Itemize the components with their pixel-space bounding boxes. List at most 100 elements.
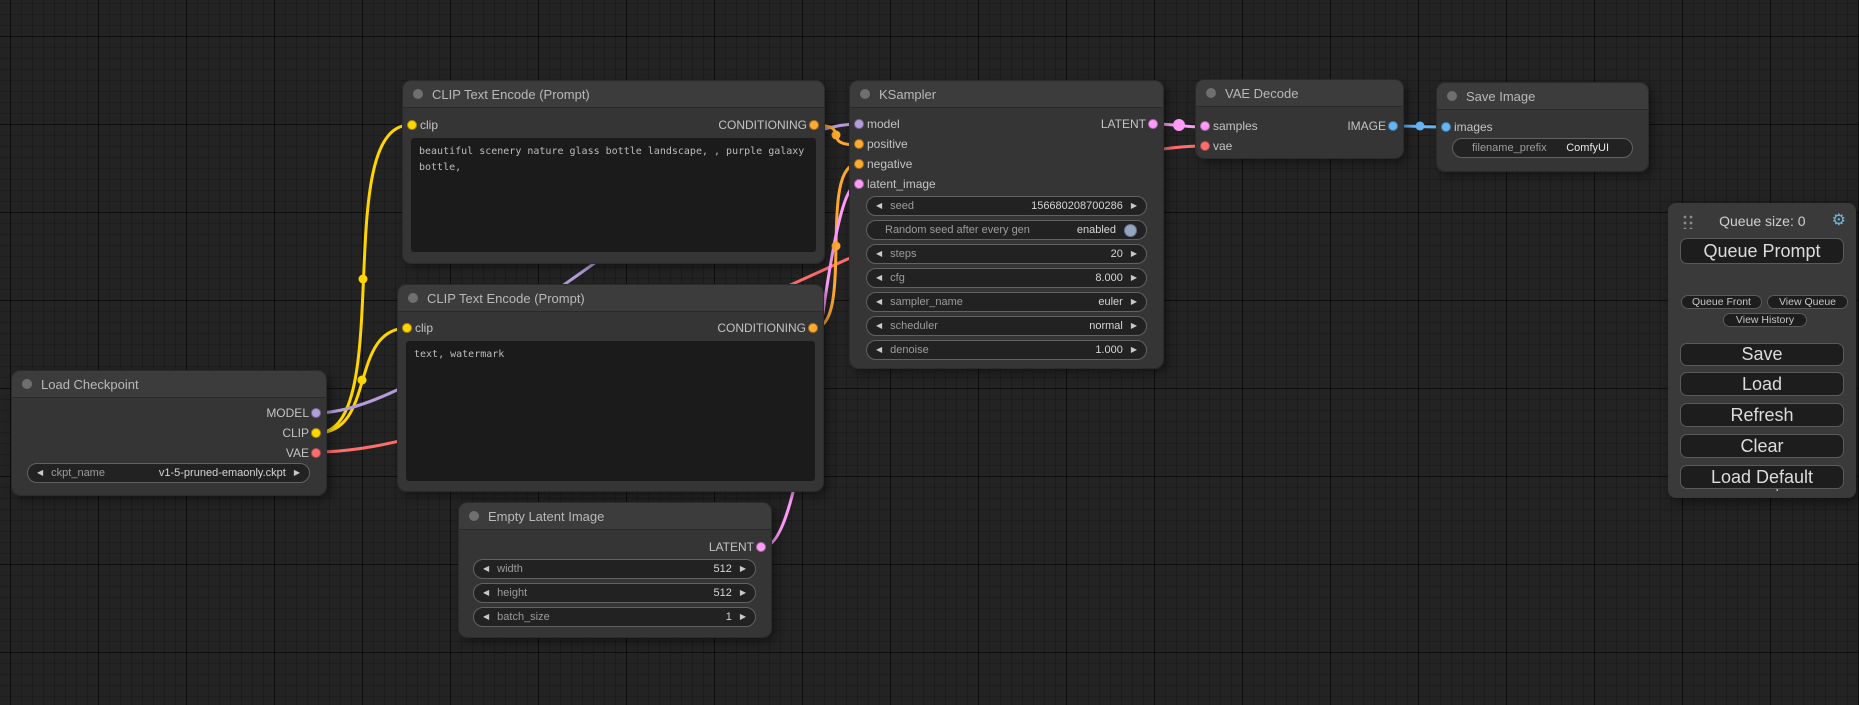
latent-port-dot[interactable] (756, 542, 766, 552)
filename-prefix-widget[interactable]: filename_prefix ComfyUI (1452, 138, 1633, 158)
load-default-button[interactable]: Load Default (1680, 465, 1844, 489)
node-vae-decode[interactable]: VAE Decode samples vae IMAGE (1196, 80, 1403, 158)
negative-input-port[interactable]: negative (850, 157, 912, 171)
next-arrow-icon[interactable]: ▶ (740, 589, 746, 597)
steps-widget[interactable]: ◀ steps 20 ▶ (866, 244, 1147, 264)
prev-arrow-icon[interactable]: ◀ (876, 274, 882, 282)
node-titlebar[interactable]: VAE Decode (1196, 80, 1403, 107)
next-arrow-icon[interactable]: ▶ (1131, 274, 1137, 282)
prev-arrow-icon[interactable]: ◀ (876, 346, 882, 354)
node-ksampler[interactable]: KSampler model positive negative latent_… (850, 81, 1163, 368)
prev-arrow-icon[interactable]: ◀ (483, 613, 489, 621)
collapse-dot-icon[interactable] (469, 511, 479, 521)
latent-image-input-port[interactable]: latent_image (850, 177, 936, 191)
positive-input-port[interactable]: positive (850, 137, 908, 151)
prev-arrow-icon[interactable]: ◀ (37, 469, 43, 477)
clip-input-port[interactable]: clip (403, 118, 438, 132)
collapse-dot-icon[interactable] (1206, 88, 1216, 98)
next-arrow-icon[interactable]: ▶ (1131, 322, 1137, 330)
batch-size-widget[interactable]: ◀ batch_size 1 ▶ (473, 607, 756, 627)
load-button[interactable]: Load (1680, 372, 1844, 396)
queue-front-button[interactable]: Queue Front (1681, 295, 1762, 309)
node-titlebar[interactable]: Load Checkpoint (12, 371, 326, 398)
prev-arrow-icon[interactable]: ◀ (876, 250, 882, 258)
latent-output-port[interactable]: LATENT (709, 540, 771, 554)
next-arrow-icon[interactable]: ▶ (1131, 202, 1137, 210)
model-input-port[interactable]: model (850, 117, 900, 131)
clip-output-port[interactable]: CLIP (282, 426, 326, 440)
image-port-dot[interactable] (1441, 122, 1451, 132)
latent-port-dot[interactable] (1148, 119, 1158, 129)
negative-prompt-textarea[interactable]: text, watermark (406, 341, 815, 481)
model-port-dot[interactable] (311, 408, 321, 418)
cfg-widget[interactable]: ◀ cfg 8.000 ▶ (866, 268, 1147, 288)
ckpt-name-widget[interactable]: ◀ ckpt_name v1-5-pruned-emaonly.ckpt ▶ (27, 463, 310, 483)
seed-widget[interactable]: ◀ seed 156680208700286 ▶ (866, 196, 1147, 216)
image-output-port[interactable]: IMAGE (1347, 119, 1403, 133)
clip-input-port[interactable]: clip (398, 321, 433, 335)
positive-prompt-textarea[interactable]: beautiful scenery nature glass bottle la… (411, 138, 816, 252)
next-arrow-icon[interactable]: ▶ (1131, 346, 1137, 354)
collapse-dot-icon[interactable] (860, 89, 870, 99)
prev-arrow-icon[interactable]: ◀ (483, 565, 489, 573)
sampler-name-widget[interactable]: ◀ sampler_name euler ▶ (866, 292, 1147, 312)
clip-port-dot[interactable] (402, 323, 412, 333)
drag-handle-icon[interactable] (1681, 213, 1693, 229)
height-widget[interactable]: ◀ height 512 ▶ (473, 583, 756, 603)
node-titlebar[interactable]: CLIP Text Encode (Prompt) (403, 81, 824, 108)
toggle-knob-icon[interactable] (1124, 224, 1137, 237)
node-titlebar[interactable]: Save Image (1437, 83, 1648, 110)
collapse-dot-icon[interactable] (22, 379, 32, 389)
next-arrow-icon[interactable]: ▶ (1131, 298, 1137, 306)
next-arrow-icon[interactable]: ▶ (740, 565, 746, 573)
images-input-port[interactable]: images (1437, 120, 1493, 134)
model-output-port[interactable]: MODEL (266, 406, 326, 420)
conditioning-port-dot[interactable] (809, 120, 819, 130)
vae-port-dot[interactable] (311, 448, 321, 458)
scheduler-widget[interactable]: ◀ scheduler normal ▶ (866, 316, 1147, 336)
latent-output-port[interactable]: LATENT (1101, 117, 1163, 131)
conditioning-port-dot[interactable] (808, 323, 818, 333)
node-save-image[interactable]: Save Image images filename_prefix ComfyU… (1437, 83, 1648, 171)
view-history-button[interactable]: View History (1723, 313, 1807, 327)
view-queue-button[interactable]: View Queue (1767, 295, 1848, 309)
node-load-checkpoint[interactable]: Load Checkpoint MODEL CLIP VAE ◀ ckpt_na… (12, 371, 326, 495)
node-empty-latent-image[interactable]: Empty Latent Image LATENT ◀ width 512 ▶ … (459, 503, 771, 637)
conditioning-output-port[interactable]: CONDITIONING (718, 118, 824, 132)
node-clip-text-encode-negative[interactable]: CLIP Text Encode (Prompt) clip CONDITION… (398, 285, 823, 491)
refresh-button[interactable]: Refresh (1680, 403, 1844, 427)
save-button[interactable]: Save (1680, 343, 1844, 366)
next-arrow-icon[interactable]: ▶ (294, 469, 300, 477)
conditioning-output-port[interactable]: CONDITIONING (717, 321, 823, 335)
queue-prompt-button[interactable]: Queue Prompt (1680, 238, 1844, 264)
node-titlebar[interactable]: Empty Latent Image (459, 503, 771, 530)
node-graph-canvas[interactable]: Load Checkpoint MODEL CLIP VAE ◀ ckpt_na… (0, 0, 1859, 705)
vae-output-port[interactable]: VAE (286, 446, 326, 460)
samples-input-port[interactable]: samples (1196, 119, 1258, 133)
collapse-dot-icon[interactable] (413, 89, 423, 99)
node-clip-text-encode-positive[interactable]: CLIP Text Encode (Prompt) clip CONDITION… (403, 81, 824, 263)
collapse-dot-icon[interactable] (1447, 91, 1457, 101)
settings-gear-icon[interactable]: ⚙ (1832, 213, 1846, 229)
prev-arrow-icon[interactable]: ◀ (876, 322, 882, 330)
collapse-dot-icon[interactable] (408, 293, 418, 303)
next-arrow-icon[interactable]: ▶ (1131, 250, 1137, 258)
conditioning-port-dot[interactable] (854, 139, 864, 149)
prev-arrow-icon[interactable]: ◀ (876, 298, 882, 306)
image-port-dot[interactable] (1388, 121, 1398, 131)
random-seed-toggle-widget[interactable]: Random seed after every gen enabled (866, 220, 1147, 240)
vae-input-port[interactable]: vae (1196, 139, 1232, 153)
model-port-dot[interactable] (854, 119, 864, 129)
prev-arrow-icon[interactable]: ◀ (876, 202, 882, 210)
latent-port-dot[interactable] (1200, 121, 1210, 131)
vae-port-dot[interactable] (1200, 141, 1210, 151)
clip-port-dot[interactable] (311, 428, 321, 438)
conditioning-port-dot[interactable] (854, 159, 864, 169)
next-arrow-icon[interactable]: ▶ (740, 613, 746, 621)
node-titlebar[interactable]: KSampler (850, 81, 1163, 108)
latent-port-dot[interactable] (854, 179, 864, 189)
prev-arrow-icon[interactable]: ◀ (483, 589, 489, 597)
width-widget[interactable]: ◀ width 512 ▶ (473, 559, 756, 579)
clip-port-dot[interactable] (407, 120, 417, 130)
node-titlebar[interactable]: CLIP Text Encode (Prompt) (398, 285, 823, 312)
